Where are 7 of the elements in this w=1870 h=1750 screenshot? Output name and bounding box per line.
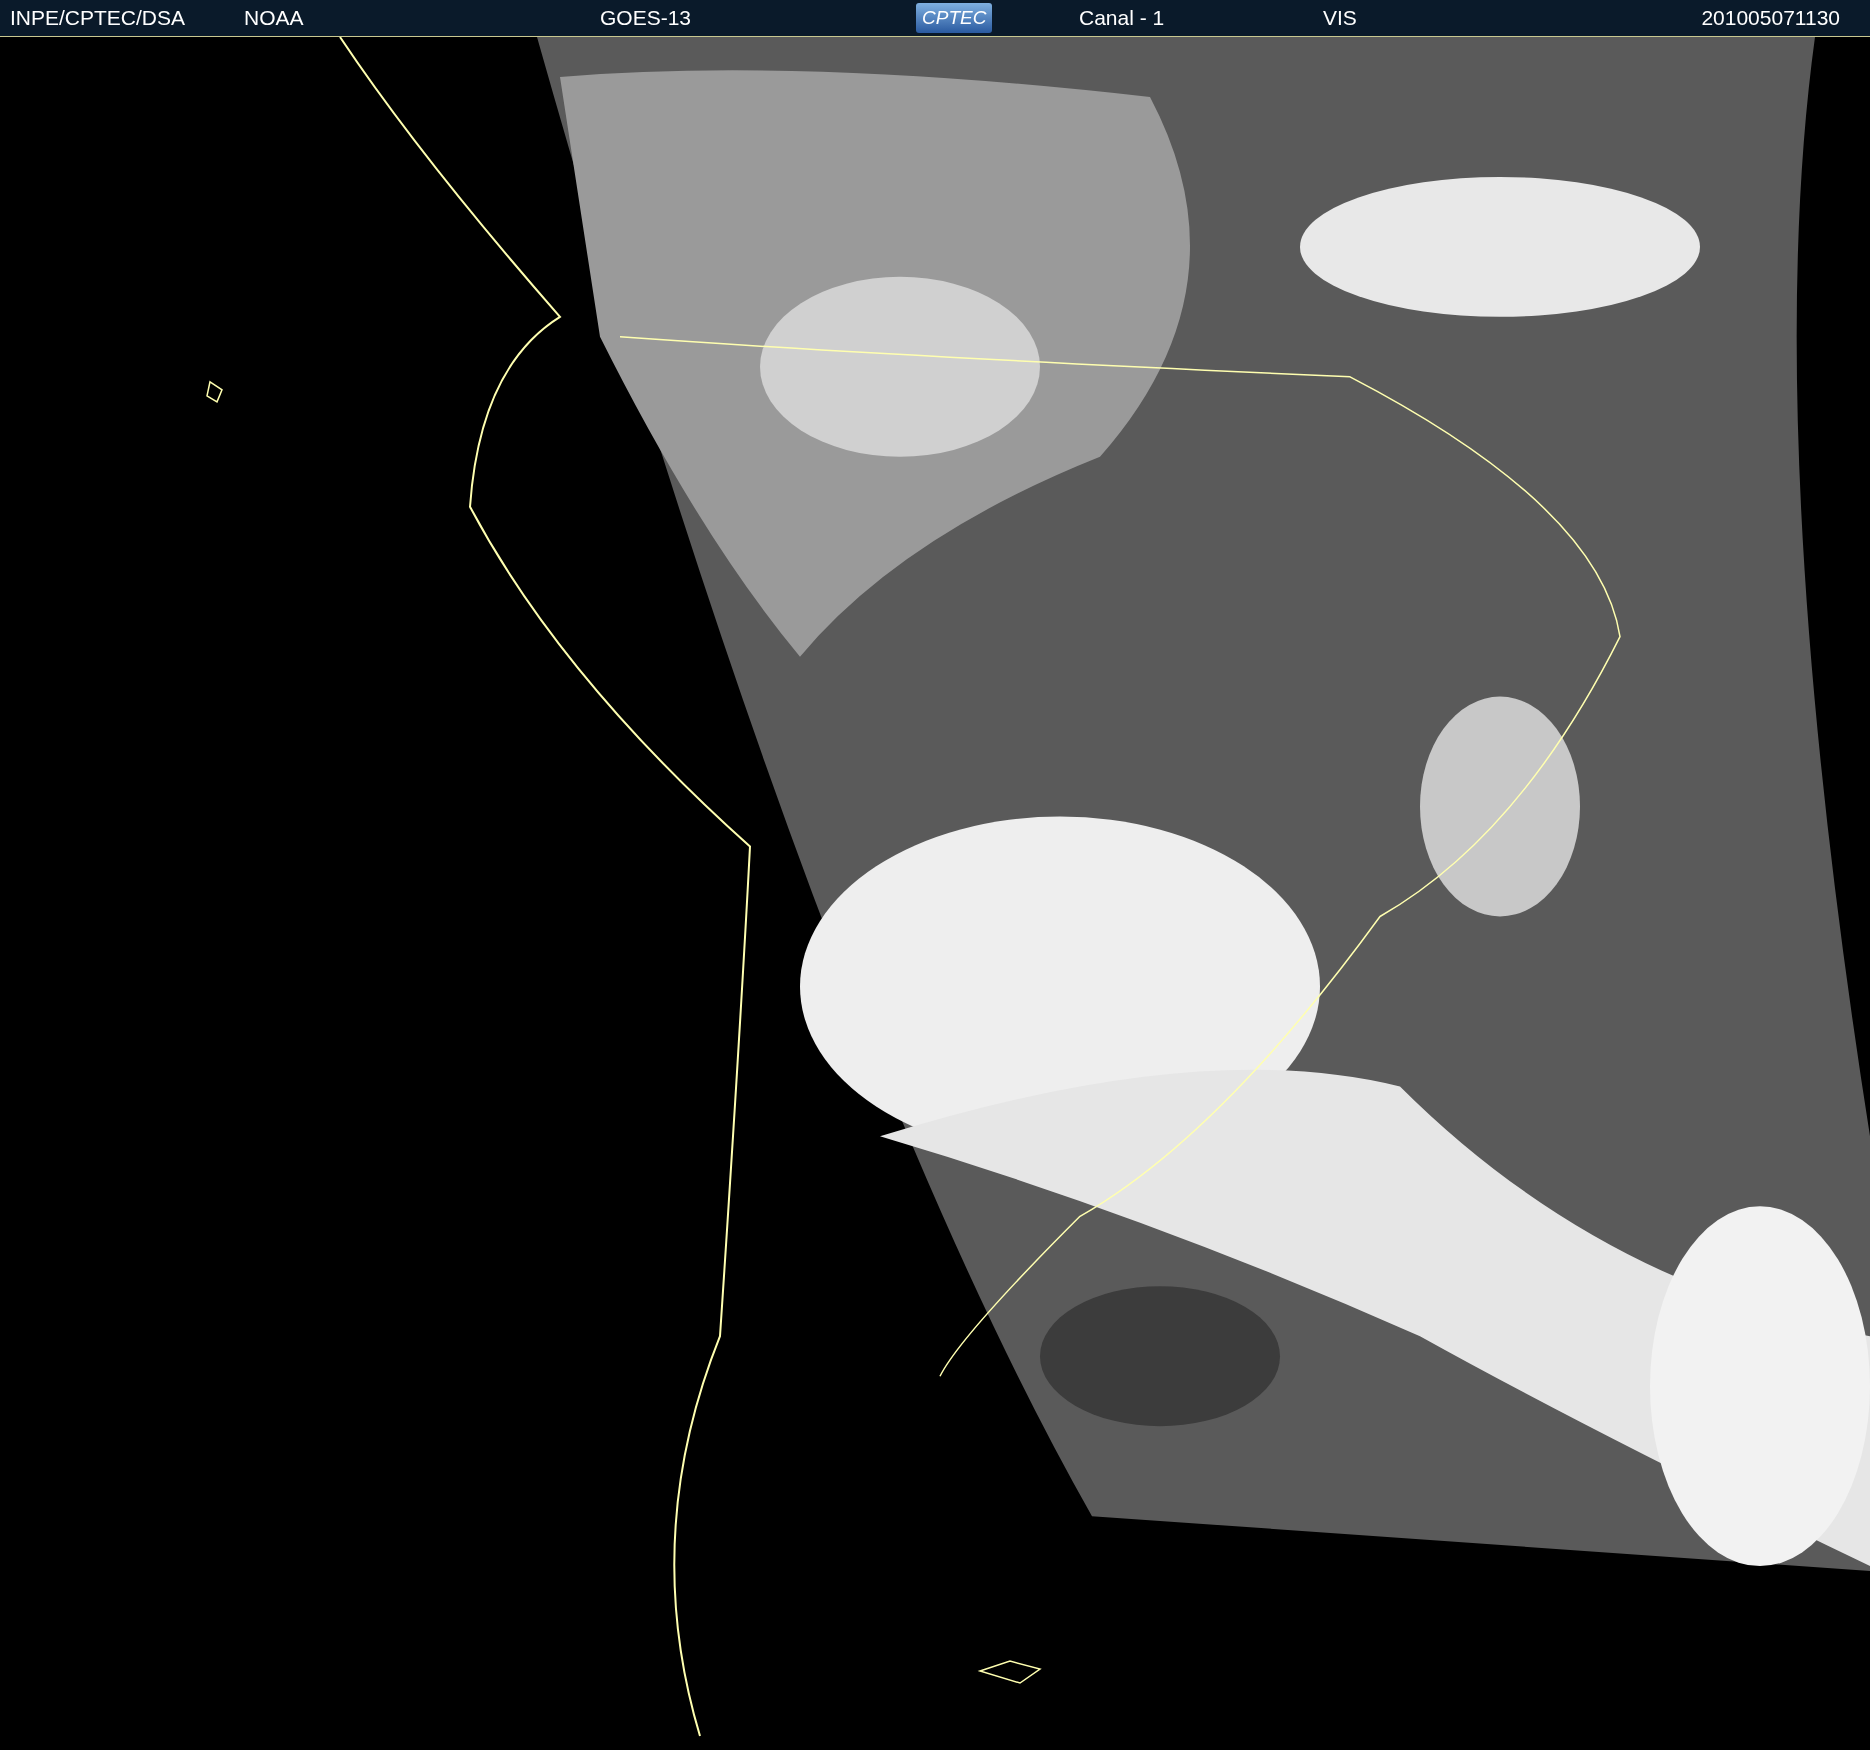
header-label: Canal - 1 (1079, 6, 1165, 30)
header-label: GOES-13 (600, 6, 692, 30)
header-label: INPE/CPTEC/DSA (10, 6, 186, 30)
header-label: VIS (1323, 6, 1357, 30)
logo: CPTEC (916, 3, 993, 33)
header-label: NOAA (244, 6, 304, 30)
header-label: 201005071130 (1701, 6, 1840, 30)
